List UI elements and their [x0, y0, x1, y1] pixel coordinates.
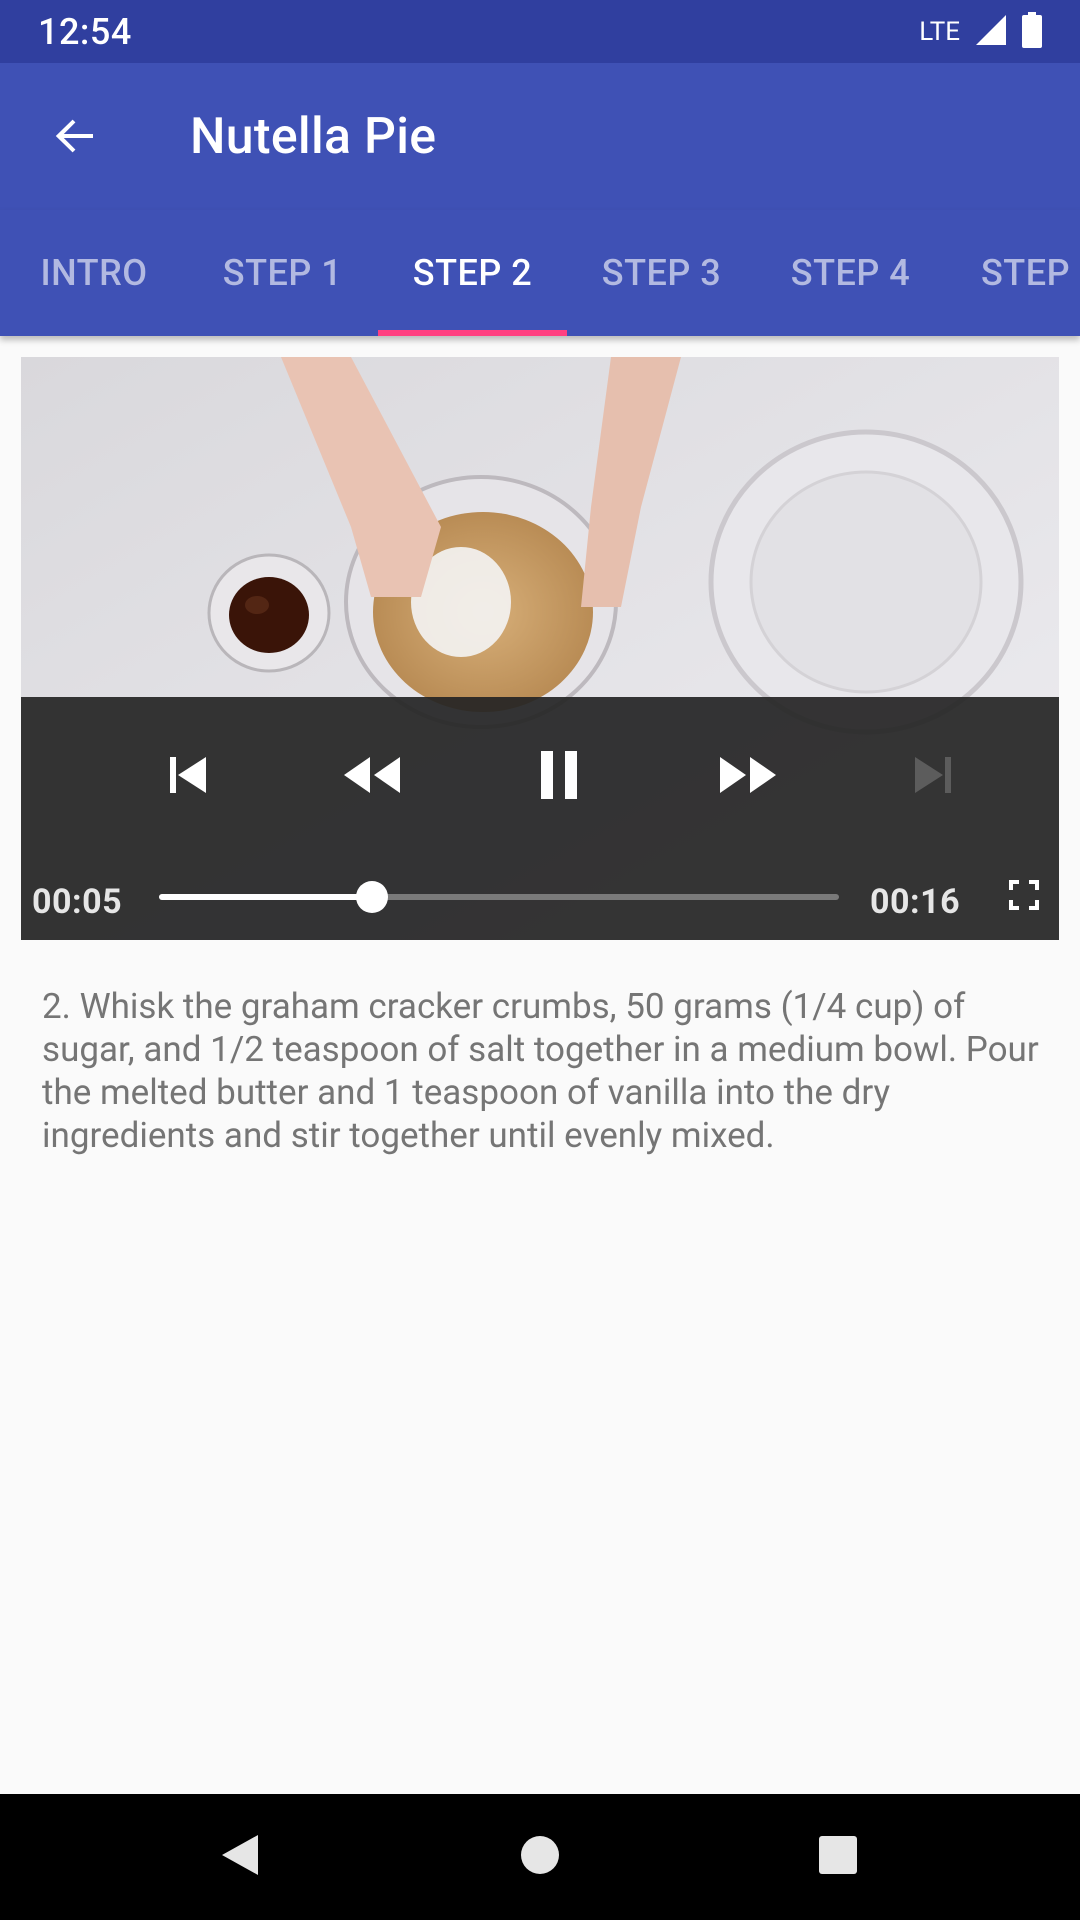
- rewind-icon: [340, 751, 404, 803]
- tab-step-3[interactable]: STEP 3: [567, 210, 756, 336]
- tab-strip: INTRO STEP 1 STEP 2 STEP 3 STEP 4 STEP: [0, 210, 1080, 336]
- pause-icon: [535, 749, 583, 805]
- tab-label: STEP 1: [222, 252, 343, 294]
- pause-button[interactable]: [514, 732, 604, 822]
- tab-intro[interactable]: INTRO: [0, 210, 188, 336]
- seek-bar-progress: [159, 894, 372, 900]
- app-bar: Nutella Pie: [0, 63, 1080, 210]
- tab-step-1[interactable]: STEP 1: [188, 210, 377, 336]
- tab-label: STEP 4: [790, 252, 911, 294]
- tab-label: STEP: [981, 252, 1071, 294]
- nav-home-button[interactable]: [505, 1822, 575, 1892]
- skip-next-button[interactable]: [888, 732, 978, 822]
- tab-step-4[interactable]: STEP 4: [756, 210, 945, 336]
- battery-icon: [1022, 11, 1042, 52]
- signal-icon: [974, 13, 1008, 51]
- fullscreen-icon: [1009, 880, 1039, 914]
- nav-recents-icon: [818, 1835, 858, 1879]
- tab-label: STEP 2: [412, 252, 533, 294]
- fast-forward-icon: [716, 751, 780, 803]
- seek-bar-thumb[interactable]: [355, 881, 388, 913]
- video-player[interactable]: 00:05 00:16: [21, 357, 1059, 940]
- nav-back-icon: [218, 1831, 262, 1883]
- skip-next-icon: [909, 751, 957, 803]
- fullscreen-button[interactable]: [996, 869, 1052, 925]
- selected-tab-indicator: [378, 330, 567, 336]
- status-bar: 12:54 LTE: [0, 0, 1080, 63]
- arrow-back-icon: [51, 112, 99, 164]
- back-button[interactable]: [40, 103, 110, 173]
- status-time: 12:54: [38, 10, 132, 53]
- tab-step-5[interactable]: STEP: [945, 210, 1080, 336]
- tab-step-2[interactable]: STEP 2: [378, 210, 567, 336]
- nav-home-icon: [520, 1835, 560, 1879]
- duration-label: 00:16: [870, 882, 961, 922]
- seek-bar[interactable]: [159, 881, 839, 913]
- page-title: Nutella Pie: [190, 108, 437, 166]
- rewind-button[interactable]: [327, 732, 417, 822]
- nav-back-button[interactable]: [205, 1822, 275, 1892]
- system-nav-bar: [0, 1794, 1080, 1920]
- current-time-label: 00:05: [32, 882, 123, 922]
- fast-forward-button[interactable]: [703, 732, 793, 822]
- tab-label: STEP 3: [601, 252, 722, 294]
- step-description: 2. Whisk the graham cracker crumbs, 50 g…: [42, 986, 1039, 1156]
- status-icons: LTE: [919, 11, 1042, 52]
- tab-label: INTRO: [40, 252, 148, 294]
- step-tab-bar: INTRO STEP 1 STEP 2 STEP 3 STEP 4 STEP: [0, 210, 1080, 336]
- skip-previous-button[interactable]: [143, 732, 233, 822]
- nav-recents-button[interactable]: [803, 1822, 873, 1892]
- network-type-label: LTE: [919, 16, 960, 47]
- skip-previous-icon: [164, 751, 212, 803]
